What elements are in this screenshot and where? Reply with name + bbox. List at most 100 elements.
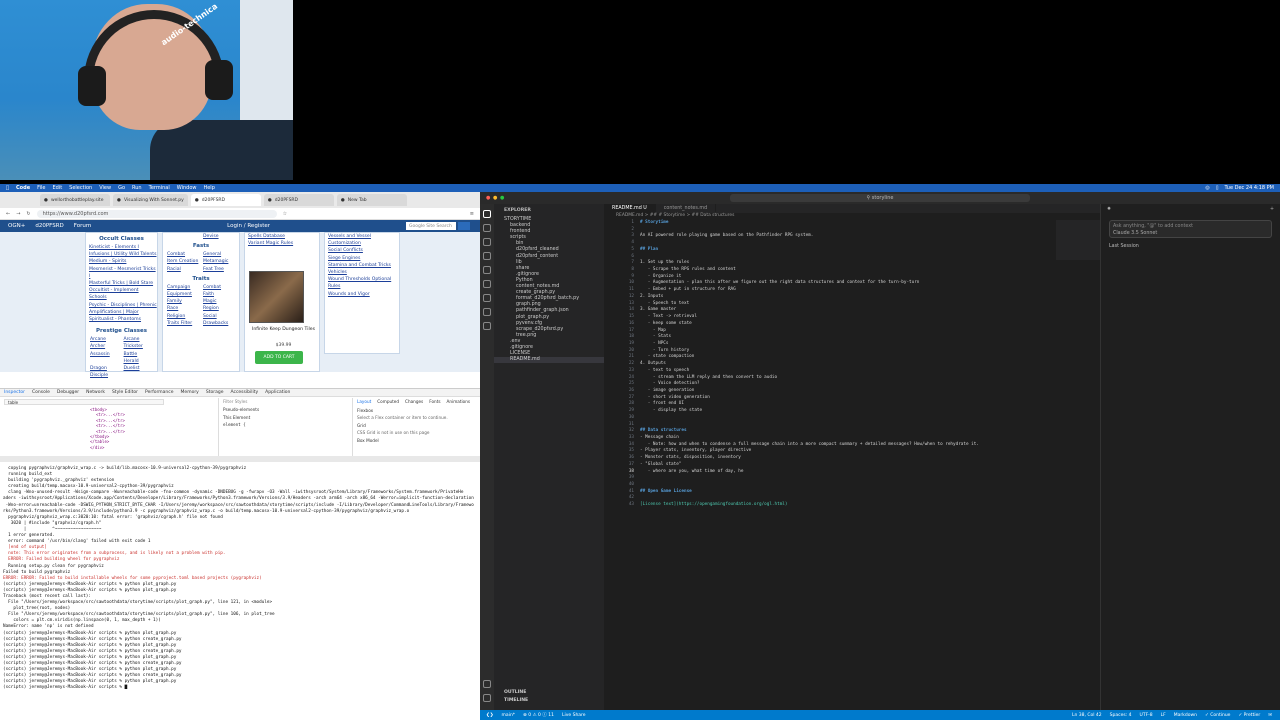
encoding[interactable]: UTF-8 bbox=[1140, 713, 1153, 718]
product-title[interactable]: Infinite Keep Dungeon Tiles bbox=[251, 327, 316, 333]
menu-code[interactable]: Code bbox=[16, 185, 30, 191]
extensions-icon[interactable] bbox=[483, 266, 491, 274]
feat-link[interactable]: Racial bbox=[167, 266, 199, 273]
explorer-icon[interactable] bbox=[483, 210, 491, 218]
html-node[interactable]: </div> bbox=[90, 445, 125, 450]
browser-tab-active[interactable]: ● d20PFSRD bbox=[190, 194, 261, 206]
eol[interactable]: LF bbox=[1161, 713, 1166, 718]
tab-fonts[interactable]: Fonts bbox=[429, 399, 440, 404]
continue-status[interactable]: ✓ Continue bbox=[1205, 713, 1230, 718]
indent-setting[interactable]: Spaces: 4 bbox=[1110, 713, 1132, 718]
forward-icon[interactable]: → bbox=[16, 211, 20, 217]
code-line[interactable]: 36 - Monster stats, disposition, inventor… bbox=[604, 455, 1100, 462]
flexbox-section[interactable]: Flexbox bbox=[357, 408, 476, 413]
tab-changes[interactable]: Changes bbox=[405, 399, 423, 404]
prestige-link[interactable]: Arcane Archer bbox=[90, 336, 120, 350]
bookmark-star-icon[interactable]: ☆ bbox=[283, 211, 287, 217]
code-line[interactable]: 22 4. Outputs bbox=[604, 361, 1100, 368]
account-icon[interactable] bbox=[483, 680, 491, 688]
live-share-icon[interactable] bbox=[483, 308, 491, 316]
battery-icon[interactable]: ▯ bbox=[1216, 185, 1219, 191]
live-share-status[interactable]: Live Share bbox=[562, 713, 586, 718]
code-line[interactable]: 3 An AI powered role playing game based o… bbox=[604, 233, 1100, 240]
code-line[interactable]: 15 - Text -> retrieval bbox=[604, 314, 1100, 321]
trait-link[interactable]: Campaign bbox=[167, 284, 199, 291]
search-button[interactable] bbox=[458, 222, 470, 230]
apple-icon[interactable]:  bbox=[6, 185, 9, 191]
code-line[interactable]: 1 # Storytime bbox=[604, 220, 1100, 227]
search-icon[interactable] bbox=[483, 224, 491, 232]
rules-link[interactable]: Siege Engines bbox=[325, 255, 399, 262]
code-line[interactable]: 16 - keep some state bbox=[604, 321, 1100, 328]
trait-link[interactable]: Traits Filter bbox=[167, 320, 199, 327]
code-line[interactable]: 29 - display the state bbox=[604, 408, 1100, 415]
site-search-input[interactable]: Google Site Search bbox=[406, 222, 456, 230]
browser-tab[interactable]: ● Visualizing With Sonnet.py bbox=[113, 194, 188, 206]
prestige-link[interactable]: Duelist bbox=[124, 365, 154, 379]
test-icon[interactable] bbox=[483, 294, 491, 302]
trait-link[interactable]: Equipment bbox=[167, 291, 199, 298]
tab-storage[interactable]: Storage bbox=[206, 390, 224, 395]
devise-link[interactable]: Devise bbox=[163, 233, 239, 240]
prestige-link[interactable]: Arcane Trickster bbox=[124, 336, 154, 350]
code-line[interactable]: 32 ## Data structures bbox=[604, 428, 1100, 435]
tab-animations[interactable]: Animations bbox=[447, 399, 471, 404]
code-line[interactable]: 17 - Map bbox=[604, 328, 1100, 335]
feat-link[interactable]: Combat bbox=[167, 251, 199, 258]
cursor-position[interactable]: Ln 38, Col 42 bbox=[1072, 713, 1102, 718]
tab-content-notes[interactable]: content_notes.md bbox=[656, 204, 717, 213]
code-line[interactable]: 5 ## Plan bbox=[604, 247, 1100, 254]
code-line[interactable]: 11 - Embed + put in structure for RAG bbox=[604, 287, 1100, 294]
feat-link[interactable]: Feat Tree bbox=[203, 266, 235, 273]
code-line[interactable]: 21 - state compaction bbox=[604, 354, 1100, 361]
trait-link[interactable]: Race bbox=[167, 305, 199, 312]
tab-console[interactable]: Console bbox=[32, 390, 50, 395]
element-rule[interactable]: element { bbox=[223, 422, 344, 427]
rules-link[interactable]: Wound Thresholds Optional Rules bbox=[325, 276, 399, 290]
terminal-window[interactable]: copying pygraphviz/graphviz_wrap.c -> bu… bbox=[0, 456, 480, 720]
trait-link[interactable]: Religion bbox=[167, 313, 199, 320]
code-line[interactable]: 43 [License text](https://opengamingfound… bbox=[604, 502, 1100, 509]
outline-section[interactable]: OUTLINE bbox=[504, 690, 526, 695]
box-model-section[interactable]: Box Model bbox=[357, 438, 476, 443]
browser-tab[interactable]: ● wellorthobattleplay.site bbox=[40, 194, 110, 206]
trait-link[interactable]: Family bbox=[167, 298, 199, 305]
trait-link[interactable]: Magic bbox=[203, 298, 235, 305]
occult-link[interactable]: Masterful Tricks | Bold Stare bbox=[86, 280, 157, 287]
rules-link[interactable]: Customization bbox=[325, 240, 399, 247]
prestige-link[interactable]: Battle Herald bbox=[124, 351, 154, 365]
occult-link[interactable]: Mesmerist - Mesmerist Tricks I bbox=[86, 266, 157, 280]
tab-readme[interactable]: README.md U bbox=[604, 204, 656, 213]
code-line[interactable]: 38 - where are you, what time of day, he bbox=[604, 469, 1100, 476]
html-search-input[interactable]: table bbox=[4, 399, 164, 405]
tab-computed[interactable]: Computed bbox=[377, 399, 399, 404]
tab-performance[interactable]: Performance bbox=[145, 390, 174, 395]
pseudo-elements-toggle[interactable]: Pseudo-elements bbox=[223, 407, 344, 412]
login-link[interactable]: Login / Register bbox=[227, 223, 270, 229]
trait-link[interactable]: Region bbox=[203, 305, 235, 312]
menu-terminal[interactable]: Terminal bbox=[149, 185, 170, 191]
close-window-icon[interactable]: ● bbox=[486, 195, 490, 201]
trait-link[interactable]: Faith bbox=[203, 291, 235, 298]
occult-link[interactable]: Occultist - Implement Schools bbox=[86, 287, 157, 301]
code-line[interactable]: 40 bbox=[604, 482, 1100, 489]
grid-section[interactable]: Grid bbox=[357, 423, 476, 428]
code-line[interactable]: 26 - image generation bbox=[604, 388, 1100, 395]
menu-window[interactable]: Window bbox=[177, 185, 197, 191]
menu-view[interactable]: View bbox=[99, 185, 111, 191]
menu-run[interactable]: Run bbox=[132, 185, 142, 191]
html-node[interactable]: <tr>...</tr> bbox=[90, 423, 125, 428]
rules-link[interactable]: Vehicles bbox=[325, 269, 399, 276]
code-line[interactable]: 8 - Scrape the RPG rules and content bbox=[604, 267, 1100, 274]
extensions-icon[interactable]: ≡ bbox=[470, 211, 474, 217]
command-center-search[interactable]: ⚲ storyline bbox=[730, 194, 1030, 202]
git-branch[interactable]: main* bbox=[502, 713, 516, 718]
feat-link[interactable]: General bbox=[203, 251, 235, 258]
nav-forum[interactable]: Forum bbox=[74, 223, 91, 229]
remote-icon[interactable] bbox=[483, 280, 491, 288]
code-line[interactable]: 41 ## Open Game License bbox=[604, 489, 1100, 496]
code-line[interactable]: 37 - "Global state" bbox=[604, 462, 1100, 469]
browser-tab[interactable]: ● d20PFSRD bbox=[263, 194, 334, 206]
back-icon[interactable]: ← bbox=[6, 211, 10, 217]
prestige-link[interactable]: Dragon Disciple bbox=[90, 365, 120, 379]
